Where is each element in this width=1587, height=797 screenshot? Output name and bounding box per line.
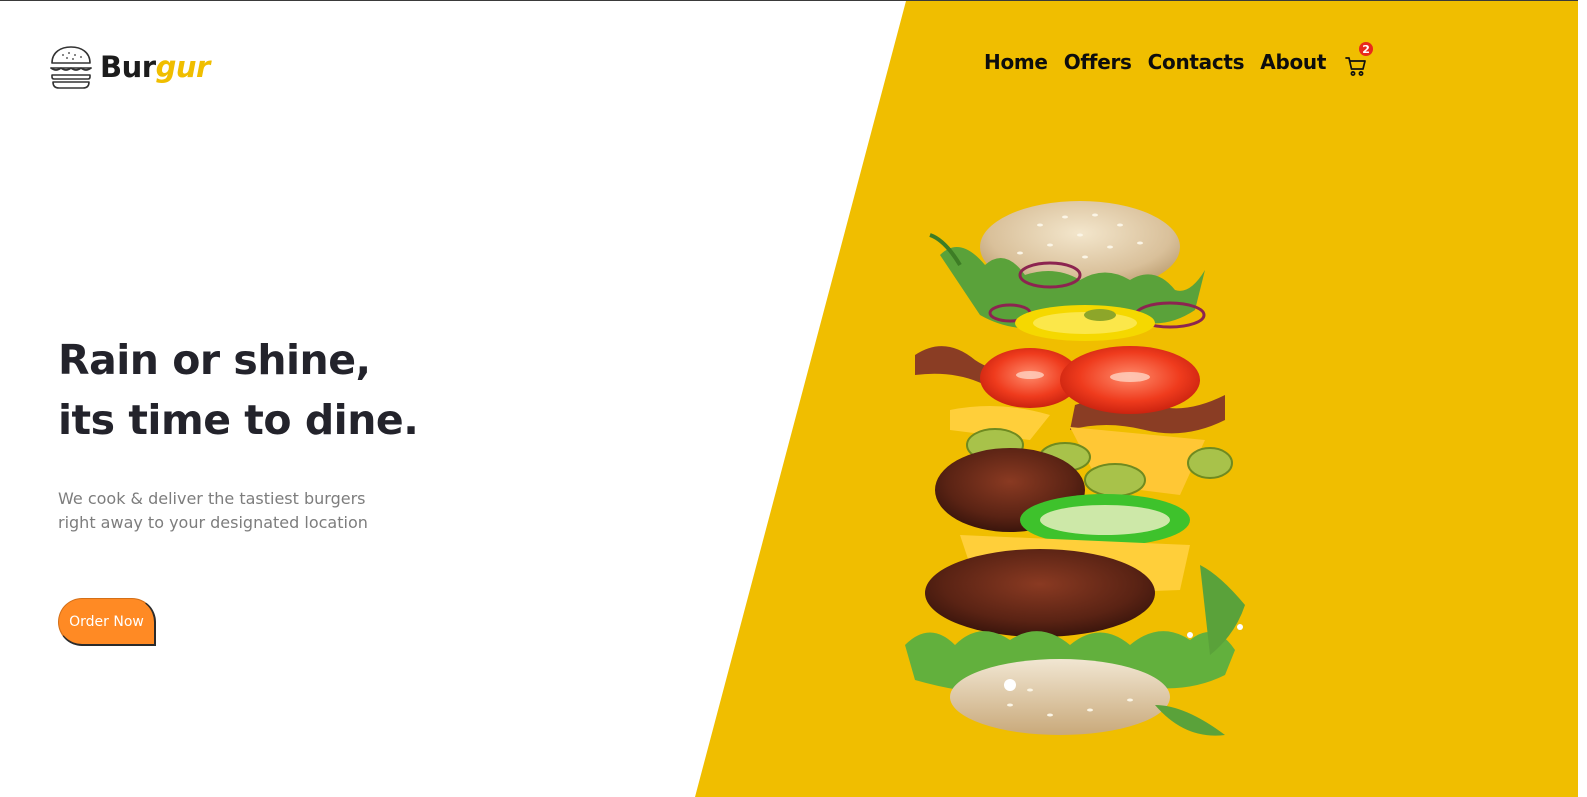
hero-headline-line1: Rain or shine,: [58, 336, 371, 384]
nav-link-home[interactable]: Home: [984, 50, 1048, 74]
top-border: [0, 0, 1587, 1]
brand-logo[interactable]: Burgur: [48, 44, 210, 90]
nav-link-contacts[interactable]: Contacts: [1148, 50, 1245, 74]
brand-name-part2: gur: [155, 49, 211, 84]
hero-subtext-line2: right away to your designated location: [58, 513, 368, 532]
hero-subtext: We cook & deliver the tastiest burgers r…: [58, 487, 368, 535]
hero-headline: Rain or shine, its time to dine.: [58, 330, 419, 450]
order-now-button[interactable]: Order Now: [58, 598, 156, 646]
hero-subtext-line1: We cook & deliver the tastiest burgers: [58, 489, 366, 508]
nav-link-offers[interactable]: Offers: [1064, 50, 1132, 74]
nav-link-about[interactable]: About: [1260, 50, 1326, 74]
burger-logo-icon: [50, 46, 92, 89]
cart-icon: [1345, 57, 1366, 76]
exploded-burger-image: [905, 201, 1245, 736]
hero-headline-line2: its time to dine.: [58, 396, 419, 444]
main-nav: Home Offers Contacts About 2: [984, 42, 1374, 76]
cart-button[interactable]: 2: [1344, 42, 1374, 78]
brand-name: Burgur: [100, 49, 211, 84]
right-edge-strip: [1578, 0, 1587, 797]
cart-count-badge: 2: [1359, 42, 1374, 56]
brand-name-part1: Bur: [100, 49, 156, 84]
